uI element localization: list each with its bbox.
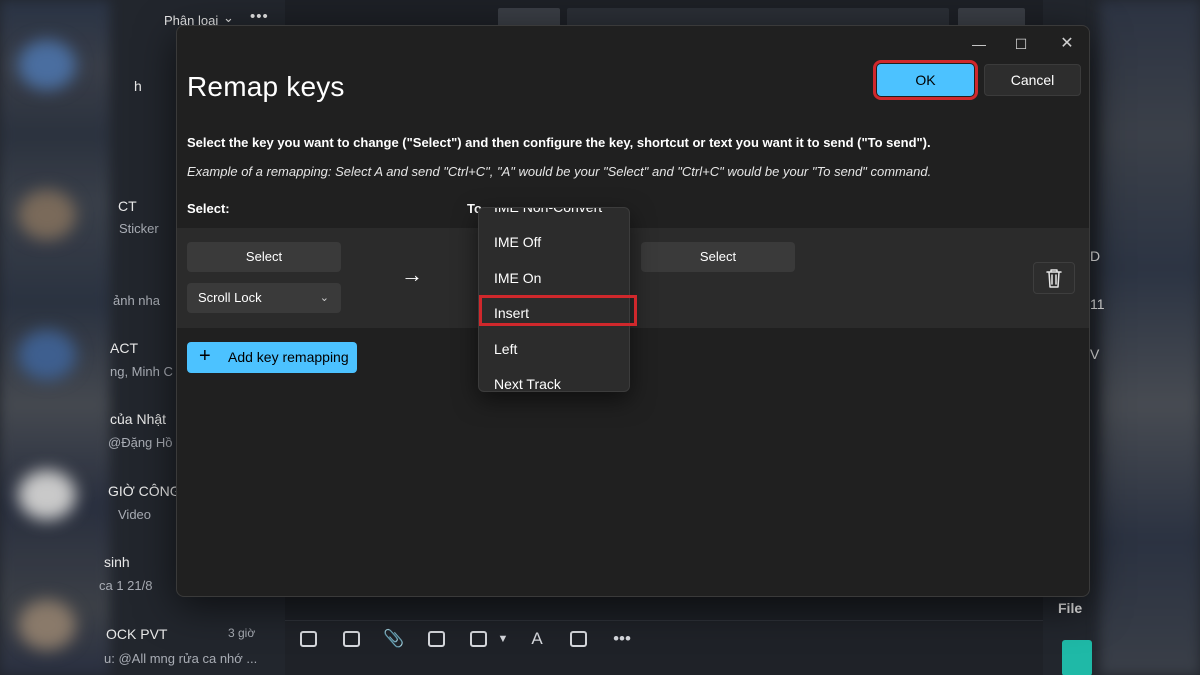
info-fragment: D	[1090, 248, 1101, 264]
avatar	[18, 40, 76, 90]
conversation-title[interactable]: OCK PVT	[106, 626, 167, 642]
remap-keys-dialog: — ☐ ✕ Remap keys OK Cancel Select the ke…	[176, 25, 1090, 597]
add-key-remapping-button[interactable]: + Add key remapping	[187, 342, 357, 373]
conversation-title[interactable]: GIỜ CÔNG	[108, 483, 181, 499]
conversation-title[interactable]: CT	[118, 198, 137, 214]
conversation-title[interactable]: ACT	[110, 340, 138, 356]
list-item[interactable]: Next Track	[479, 367, 629, 391]
close-icon[interactable]: ✕	[1047, 30, 1087, 58]
info-fragment: 11	[1090, 296, 1105, 312]
conversation-time: 3 giờ	[228, 626, 256, 640]
file-section-label: File	[1058, 600, 1083, 616]
conversation-preview: Sticker	[119, 221, 159, 236]
cancel-button[interactable]: Cancel	[984, 64, 1081, 96]
conversation-title[interactable]: của Nhật	[110, 411, 166, 427]
conversation-preview: ảnh nha	[113, 293, 160, 308]
text-format-icon[interactable]: A	[526, 628, 548, 650]
list-item[interactable]: Left	[479, 332, 629, 366]
minimize-icon[interactable]: —	[959, 30, 999, 58]
more-icon[interactable]: •••	[250, 8, 269, 25]
chevron-down-icon[interactable]: ⌄	[223, 10, 234, 26]
maximize-icon[interactable]: ☐	[1001, 30, 1041, 58]
plus-icon: +	[199, 345, 211, 367]
dialog-title: Remap keys	[187, 71, 345, 102]
image-file-icon[interactable]	[1062, 640, 1092, 675]
delete-remapping-button[interactable]	[1033, 262, 1075, 294]
select-column-header: Select:	[187, 201, 230, 216]
selection-highlight	[479, 295, 637, 326]
combobox-value: Scroll Lock	[198, 290, 262, 305]
example-text: Example of a remapping: Select A and sen…	[187, 164, 932, 179]
screenshot-icon[interactable]	[470, 631, 487, 647]
ok-button[interactable]: OK	[873, 60, 978, 100]
select-send-key-button[interactable]: Select	[641, 242, 795, 272]
avatar	[18, 600, 76, 650]
chevron-down-icon: ⌄	[319, 292, 329, 304]
blurred-info-column	[1100, 0, 1200, 675]
select-key-button[interactable]: Select	[187, 242, 341, 272]
list-item[interactable]: IME Off	[479, 225, 629, 259]
more-icon[interactable]: •••	[611, 628, 633, 650]
avatar	[18, 470, 76, 520]
instruction-text: Select the key you want to change ("Sele…	[187, 135, 931, 150]
image-icon[interactable]	[343, 631, 360, 647]
quick-message-icon[interactable]	[570, 631, 587, 647]
avatar	[18, 190, 76, 240]
conversation-title[interactable]: h	[134, 78, 142, 94]
sticker-icon[interactable]	[300, 631, 317, 647]
trash-icon	[1046, 269, 1062, 288]
conversation-preview: Video	[118, 507, 152, 522]
list-item[interactable]: IME On	[479, 261, 629, 295]
contact-card-icon[interactable]	[428, 631, 445, 647]
avatar	[18, 330, 76, 380]
conversation-preview: u: @All mng rửa ca nhớ ...	[104, 651, 258, 666]
arrow-right-icon: →	[401, 262, 423, 287]
info-fragment: V	[1090, 346, 1100, 362]
original-key-combobox[interactable]: Scroll Lock ⌄	[187, 283, 341, 313]
conversation-preview: ca 1 21/8	[99, 578, 153, 593]
list-item[interactable]: IME Non-Convert	[479, 208, 629, 224]
caret-down-icon[interactable]: ▼	[492, 628, 514, 650]
conversation-preview: ng, Minh C	[110, 364, 173, 379]
add-key-remapping-label: Add key remapping	[228, 349, 349, 365]
conversation-preview: @Đặng Hồ	[108, 435, 173, 450]
attach-icon[interactable]: 📎	[383, 628, 405, 650]
conversation-title[interactable]: sinh	[104, 554, 130, 570]
